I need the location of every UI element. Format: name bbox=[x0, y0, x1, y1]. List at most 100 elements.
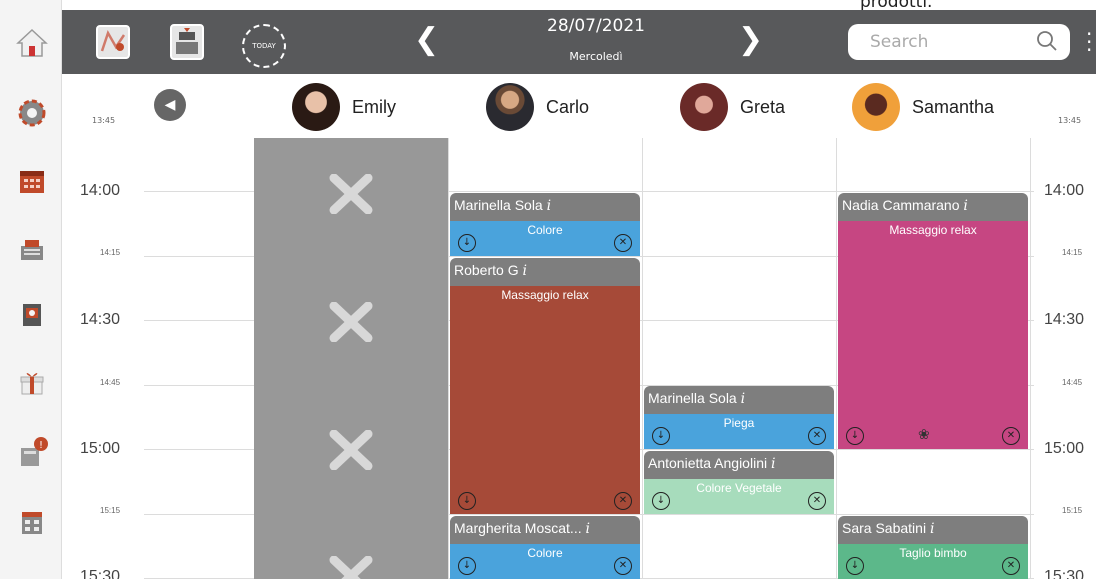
avatar bbox=[852, 83, 900, 131]
appointment-body: Piega ↓ ✕ bbox=[644, 414, 834, 449]
info-icon[interactable]: i bbox=[547, 198, 551, 214]
close-circle-icon[interactable]: ✕ bbox=[614, 492, 632, 510]
arrow-down-circle-icon[interactable]: ↓ bbox=[652, 427, 670, 445]
staff-column-samantha[interactable]: Samantha bbox=[852, 82, 994, 132]
arrow-down-circle-icon[interactable]: ↓ bbox=[846, 427, 864, 445]
arrow-down-circle-icon[interactable]: ↓ bbox=[458, 557, 476, 575]
appointment-body: Massaggio relax ↓ ✕ bbox=[450, 286, 640, 514]
arrow-down-circle-icon[interactable]: ↓ bbox=[458, 234, 476, 252]
column-divider bbox=[642, 138, 643, 579]
service-name: Taglio bimbo bbox=[899, 546, 967, 560]
appointment-card[interactable]: Marinella Sola i Piega ↓ ✕ bbox=[644, 386, 834, 449]
info-icon[interactable]: i bbox=[522, 263, 526, 279]
blocked-time-emily[interactable] bbox=[254, 138, 448, 579]
map-icon[interactable] bbox=[96, 22, 130, 62]
sidebar: ! bbox=[0, 0, 62, 579]
staff-column-carlo[interactable]: Carlo bbox=[486, 82, 589, 132]
appointment-card[interactable]: Antonietta Angiolini i Colore Vegetale ↓… bbox=[644, 451, 834, 514]
time-label: 14:45 bbox=[100, 378, 121, 387]
notification-badge: ! bbox=[39, 440, 43, 451]
time-label: 15:00 bbox=[1044, 440, 1085, 457]
scroll-staff-left-button[interactable]: ◀ bbox=[154, 89, 186, 121]
unavailable-x-icon bbox=[329, 302, 373, 342]
appointment-header: Sara Sabatini i bbox=[838, 516, 1028, 544]
appointment-header: Margherita Moscat... i bbox=[450, 516, 640, 544]
cash-drawer-icon[interactable] bbox=[170, 22, 204, 62]
time-label: 15:00 bbox=[80, 440, 121, 457]
service-name: Colore Vegetale bbox=[696, 481, 782, 495]
arrow-down-circle-icon[interactable]: ↓ bbox=[652, 492, 670, 510]
calendar-icon[interactable] bbox=[14, 164, 50, 198]
notifications-icon[interactable]: ! bbox=[14, 436, 50, 470]
appointment-body: Taglio bimbo ↓ ✕ bbox=[838, 544, 1028, 579]
staff-column-emily[interactable]: Emily bbox=[292, 82, 396, 132]
time-label: 15:15 bbox=[1062, 506, 1083, 515]
appointment-body: Massaggio relax ↓ ❀ ✕ bbox=[838, 221, 1028, 449]
appointment-card[interactable]: Nadia Cammarano i Massaggio relax ↓ ❀ ✕ bbox=[838, 193, 1028, 449]
products-icon[interactable] bbox=[14, 298, 50, 332]
appointment-header: Antonietta Angiolini i bbox=[644, 451, 834, 479]
close-circle-icon[interactable]: ✕ bbox=[1002, 557, 1020, 575]
close-circle-icon[interactable]: ✕ bbox=[614, 557, 632, 575]
search-input[interactable]: Search bbox=[848, 24, 1070, 60]
gift-icon[interactable] bbox=[14, 366, 50, 400]
top-toolbar: TODAY ❮ 28/07/2021 Mercoledì ❯ Search · ·… bbox=[62, 10, 1096, 74]
staff-column-greta[interactable]: Greta bbox=[680, 82, 785, 132]
store-icon[interactable] bbox=[14, 504, 50, 538]
close-circle-icon[interactable]: ✕ bbox=[808, 492, 826, 510]
more-menu-icon[interactable]: · · · bbox=[1086, 24, 1092, 60]
staff-name: Greta bbox=[740, 96, 786, 117]
close-circle-icon[interactable]: ✕ bbox=[614, 234, 632, 252]
previous-day-button[interactable]: ❮ bbox=[414, 24, 439, 56]
client-name: Nadia Cammarano bbox=[842, 197, 960, 213]
info-icon[interactable]: i bbox=[741, 391, 745, 407]
avatar bbox=[292, 83, 340, 131]
time-label: 14:15 bbox=[1062, 248, 1083, 257]
appointment-card[interactable]: Marinella Sola i Colore ↓ ✕ bbox=[450, 193, 640, 256]
avatar bbox=[486, 83, 534, 131]
appointment-card[interactable]: Sara Sabatini i Taglio bimbo ↓ ✕ bbox=[838, 516, 1028, 579]
appointment-header: Roberto G i bbox=[450, 258, 640, 286]
cash-register-icon[interactable] bbox=[14, 232, 50, 266]
next-day-button[interactable]: ❯ bbox=[738, 24, 763, 56]
appointment-card[interactable]: Margherita Moscat... i Colore ↓ ✕ bbox=[450, 516, 640, 579]
info-icon[interactable]: i bbox=[771, 456, 775, 472]
service-name: Massaggio relax bbox=[889, 223, 977, 237]
current-weekday: Mercoledì bbox=[569, 50, 623, 63]
unavailable-x-icon bbox=[329, 430, 373, 470]
lotus-icon: ❀ bbox=[918, 427, 930, 443]
staff-name: Emily bbox=[352, 96, 396, 117]
today-button[interactable]: TODAY bbox=[242, 24, 286, 68]
client-name: Marinella Sola bbox=[454, 197, 543, 213]
arrow-down-circle-icon[interactable]: ↓ bbox=[846, 557, 864, 575]
settings-gear-icon[interactable] bbox=[14, 96, 50, 130]
time-label: 14:00 bbox=[80, 182, 121, 199]
home-icon[interactable] bbox=[14, 26, 50, 60]
avatar bbox=[680, 83, 728, 131]
column-divider bbox=[448, 138, 449, 579]
time-label: 14:15 bbox=[100, 248, 121, 257]
time-label: 14:30 bbox=[80, 311, 121, 328]
info-icon[interactable]: i bbox=[586, 521, 590, 537]
appointment-body: Colore ↓ ✕ bbox=[450, 221, 640, 256]
client-name: Sara Sabatini bbox=[842, 520, 927, 536]
appointment-header: Nadia Cammarano i bbox=[838, 193, 1028, 221]
appointment-header: Marinella Sola i bbox=[644, 386, 834, 414]
unavailable-x-icon bbox=[329, 174, 373, 214]
search-icon[interactable] bbox=[1036, 30, 1058, 52]
appointment-card[interactable]: Roberto G i Massaggio relax ↓ ✕ bbox=[450, 258, 640, 514]
service-name: Colore bbox=[527, 546, 563, 560]
time-label: 15:30 bbox=[80, 568, 121, 579]
time-label: 15:15 bbox=[100, 506, 121, 515]
arrow-down-circle-icon[interactable]: ↓ bbox=[458, 492, 476, 510]
close-circle-icon[interactable]: ✕ bbox=[808, 427, 826, 445]
staff-name: Carlo bbox=[546, 96, 590, 117]
schedule-grid: 14:00 14:15 14:30 14:45 15:00 15:15 15:3… bbox=[62, 138, 1096, 579]
header-time-right: 13:45 bbox=[1058, 116, 1082, 125]
time-label: 14:00 bbox=[1044, 182, 1085, 199]
time-label: 14:45 bbox=[1062, 378, 1083, 387]
column-divider bbox=[836, 138, 837, 579]
info-icon[interactable]: i bbox=[930, 521, 934, 537]
close-circle-icon[interactable]: ✕ bbox=[1002, 427, 1020, 445]
info-icon[interactable]: i bbox=[963, 198, 967, 214]
